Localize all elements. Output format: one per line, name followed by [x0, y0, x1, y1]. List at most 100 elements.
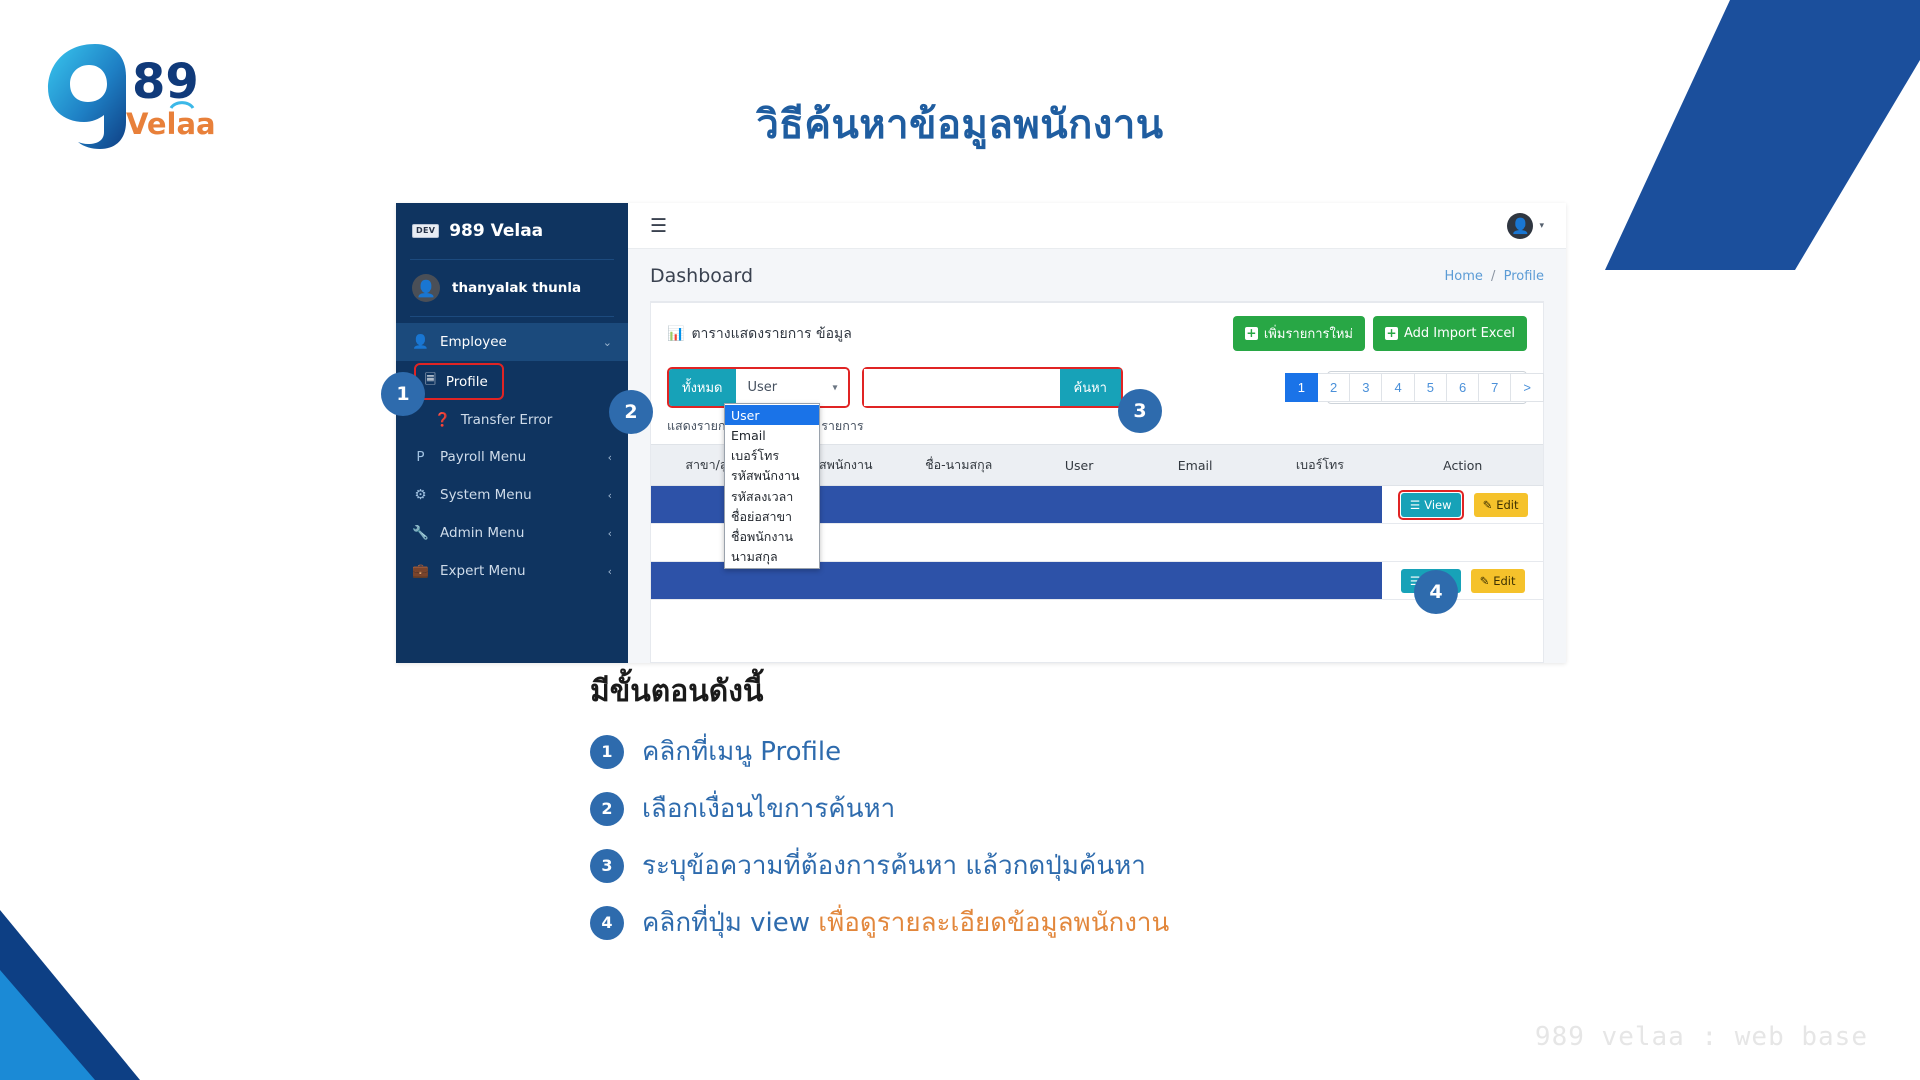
- sidebar-item-employee[interactable]: 👤 Employee ⌄: [396, 323, 628, 361]
- search-input[interactable]: [863, 369, 1060, 406]
- sidebar-item-label-expert: Expert Menu: [440, 563, 526, 579]
- dropdown-option-branch-abbr[interactable]: ชื่อย่อสาขา: [725, 506, 819, 526]
- tools-icon: 🔧: [412, 525, 429, 541]
- slide-title: วิธีค้นหาข้อมูลพนักงาน: [756, 102, 1164, 148]
- card-title: 📊 ตารางแสดงรายการ ข้อมูล: [667, 323, 852, 345]
- question-circle-icon: ❓: [434, 412, 451, 428]
- step-2: 2 เลือกเงื่อนไขการค้นหา: [590, 788, 1690, 829]
- callout-bubble-2: 2: [609, 390, 653, 434]
- view-button-highlight: ☰ View: [1397, 489, 1464, 520]
- search-group: ค้นหา: [861, 367, 1123, 408]
- topbar-user-menu[interactable]: 👤 ▾: [1507, 212, 1544, 239]
- breadcrumb-home[interactable]: Home: [1445, 269, 1483, 284]
- dropdown-option-surname[interactable]: นามสกุล: [725, 547, 819, 567]
- pagination-page-2[interactable]: 2: [1318, 373, 1351, 402]
- edit-button[interactable]: ✎ Edit: [1473, 492, 1528, 517]
- breadcrumb-current[interactable]: Profile: [1504, 269, 1544, 284]
- step-number-3: 3: [590, 848, 624, 883]
- sidebar-nav: 👤 Employee ⌄ 🗏 Profile ❓ Transfer Error …: [396, 317, 628, 590]
- breadcrumb-separator: /: [1491, 268, 1496, 284]
- chevron-left-icon-system: ‹: [607, 488, 612, 502]
- pagination-page-4[interactable]: 4: [1382, 373, 1415, 402]
- edit-button-2[interactable]: ✎ Edit: [1470, 568, 1525, 593]
- sidebar-user-name: thanyalak thunla: [452, 280, 582, 296]
- sidebar-item-profile[interactable]: 🗏 Profile: [414, 363, 504, 400]
- search-field-dropdown-options[interactable]: User Email เบอร์โทร รหัสพนักงาน รหัสลงเว…: [724, 403, 820, 569]
- sidebar-item-expert-menu[interactable]: 💼 Expert Menu ‹: [396, 552, 628, 590]
- sidebar-brand[interactable]: DEV 989 Velaa: [396, 203, 628, 259]
- cell-phone-2: [1257, 561, 1383, 600]
- card-actions: + เพิ่มรายการใหม่ + Add Import Excel: [1232, 316, 1527, 351]
- col-action: Action: [1382, 444, 1543, 486]
- cell-phone: [1257, 485, 1383, 524]
- step-number-4: 4: [590, 905, 624, 940]
- sidebar-item-admin-menu[interactable]: 🔧 Admin Menu ‹: [396, 514, 628, 552]
- pagination-next[interactable]: >: [1511, 373, 1544, 402]
- dropdown-option-employee-code[interactable]: รหัสพนักงาน: [725, 466, 819, 486]
- step-text-2: เลือกเงื่อนไขการค้นหา: [642, 794, 896, 824]
- view-button[interactable]: ☰ View: [1400, 492, 1461, 517]
- table-icon: 📊: [667, 325, 685, 342]
- sidebar-item-label-admin: Admin Menu: [440, 525, 525, 541]
- dropdown-option-phone[interactable]: เบอร์โทร: [725, 446, 819, 466]
- step-1: 1 คลิกที่เมนู Profile: [590, 731, 1690, 772]
- search-field-select-wrap: User ▾: [735, 369, 848, 406]
- dev-badge: DEV: [412, 224, 440, 238]
- page-title: Dashboard: [650, 265, 754, 287]
- cell-fullname-2: [891, 561, 1026, 600]
- sidebar-brand-label: 989 Velaa: [449, 221, 544, 241]
- pagination-page-3[interactable]: 3: [1350, 373, 1383, 402]
- pagination-page-1[interactable]: 1: [1284, 373, 1318, 402]
- col-fullname: ชื่อ-นามสกุล: [891, 444, 1026, 486]
- step-text-4-main: คลิกที่ปุ่ม view: [642, 908, 819, 938]
- col-user: User: [1025, 444, 1133, 486]
- view-button-label: View: [1424, 497, 1452, 512]
- dropdown-option-time-code[interactable]: รหัสลงเวลา: [725, 486, 819, 506]
- chevron-left-icon-payroll: ‹: [607, 450, 612, 464]
- sidebar: DEV 989 Velaa 👤 thanyalak thunla 👤 Emplo…: [396, 203, 628, 663]
- decor-corner-bottom-left: [0, 850, 300, 1080]
- sidebar-user[interactable]: 👤 thanyalak thunla: [396, 260, 628, 316]
- pencil-icon-edit: ✎: [1482, 497, 1493, 512]
- pagination-page-6[interactable]: 6: [1446, 373, 1480, 402]
- chevron-down-icon-top: ▾: [1539, 220, 1544, 231]
- plus-icon-import-excel: +: [1384, 326, 1398, 340]
- user-avatar-icon: 👤: [412, 274, 440, 302]
- cell-user-2: [1025, 561, 1133, 600]
- breadcrumb: Home / Profile: [1445, 269, 1544, 284]
- dropdown-option-user[interactable]: User: [725, 405, 819, 426]
- sidebar-item-payroll-menu[interactable]: P Payroll Menu ‹: [396, 438, 628, 476]
- search-field-select[interactable]: User: [735, 369, 848, 406]
- cell-user: [1025, 485, 1133, 524]
- add-import-excel-label: Add Import Excel: [1403, 326, 1515, 341]
- step-3: 3 ระบุข้อความที่ต้องการค้นหา แล้วกดปุ่มค…: [590, 845, 1690, 886]
- dropdown-option-email[interactable]: Email: [725, 425, 819, 445]
- id-card-icon: 🗏: [425, 372, 436, 388]
- add-new-record-button[interactable]: + เพิ่มรายการใหม่: [1232, 316, 1365, 351]
- footer-note: 989 velaa : web base: [1534, 1022, 1868, 1052]
- col-phone: เบอร์โทร: [1257, 444, 1383, 486]
- callout-bubble-4: 4: [1414, 570, 1458, 614]
- sidebar-item-system-menu[interactable]: ⚙ System Menu ‹: [396, 476, 628, 514]
- pagination-page-7[interactable]: 7: [1479, 373, 1512, 402]
- sidebar-item-profile-wrap: 🗏 Profile: [396, 361, 628, 402]
- cell-email-2: [1132, 561, 1258, 600]
- pagination-page-5[interactable]: 5: [1414, 373, 1447, 402]
- cell-email: [1132, 485, 1258, 524]
- add-import-excel-button[interactable]: + Add Import Excel: [1372, 316, 1527, 351]
- step-number-1: 1: [590, 734, 624, 769]
- sidebar-item-label-profile: Profile: [445, 373, 488, 390]
- cell-action: ☰ View ✎ Edit: [1382, 485, 1543, 524]
- show-all-button[interactable]: ทั้งหมด: [669, 369, 736, 406]
- filter-field-group: ทั้งหมด User ▾: [667, 367, 850, 408]
- gears-icon: ⚙: [414, 487, 427, 503]
- steps-heading: มีขั้นตอนดังนี้: [590, 674, 764, 709]
- pagination: 1 2 3 4 5 6 7 >: [1284, 373, 1544, 402]
- sidebar-item-transfer-error[interactable]: ❓ Transfer Error: [396, 402, 628, 438]
- step-4: 4 คลิกที่ปุ่ม view เพื่อดูรายละเอียดข้อม…: [590, 902, 1690, 943]
- dropdown-option-employee-name[interactable]: ชื่อพนักงาน: [725, 527, 819, 547]
- step-text-4: คลิกที่ปุ่ม view เพื่อดูรายละเอียดข้อมูล…: [642, 902, 1169, 943]
- hamburger-icon[interactable]: ☰: [650, 215, 667, 237]
- edit-button-label: Edit: [1496, 497, 1519, 512]
- search-button[interactable]: ค้นหา: [1059, 369, 1121, 406]
